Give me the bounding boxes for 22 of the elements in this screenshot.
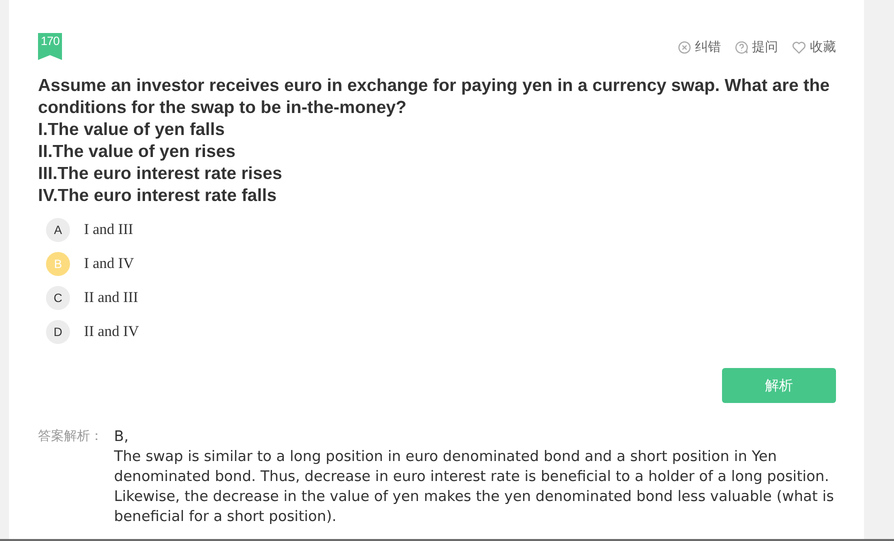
option-text[interactable]: II and III: [84, 290, 138, 306]
action-link[interactable]: 提问: [735, 38, 778, 56]
action-link[interactable]: 纠错: [678, 38, 721, 56]
close-circle-icon: [678, 40, 691, 54]
question-number-badge: 170: [38, 33, 62, 60]
statement-text: I.The value of yen falls: [38, 118, 226, 140]
option-text[interactable]: I and III: [84, 222, 134, 238]
statement-text: IV.The euro interest rate falls: [38, 184, 278, 206]
answer-text: B,: [114, 428, 130, 447]
statement-text: II.The value of yen rises: [38, 140, 236, 162]
option-letter[interactable]: A: [46, 218, 70, 242]
option-letter[interactable]: C: [46, 286, 70, 310]
statement-text: III.The euro interest rate rises: [38, 162, 284, 184]
option-text[interactable]: II and IV: [84, 324, 139, 340]
question-bubble-icon: [735, 40, 748, 54]
heart-icon: [792, 40, 806, 54]
action-link[interactable]: 收藏: [792, 38, 836, 56]
analysis-label: 答案解析：: [38, 428, 104, 446]
option-letter[interactable]: D: [46, 320, 70, 344]
explanation-text: The swap is similar to a long position in euro denominated bond and a short position in Yen denominated bond. Thus, decrease in euro interest rate is beneficial to a holder of a long position. Likewise, the decrease in the value of yen makes the yen denominated bond less valuable (what is beneficial for a short position).: [114, 448, 834, 527]
question-text: Assume an investor receives euro in exchange for paying yen in a currency swap. What are the conditions for the swap to be in-the-money?: [38, 74, 831, 118]
option-text[interactable]: I and IV: [84, 256, 134, 272]
